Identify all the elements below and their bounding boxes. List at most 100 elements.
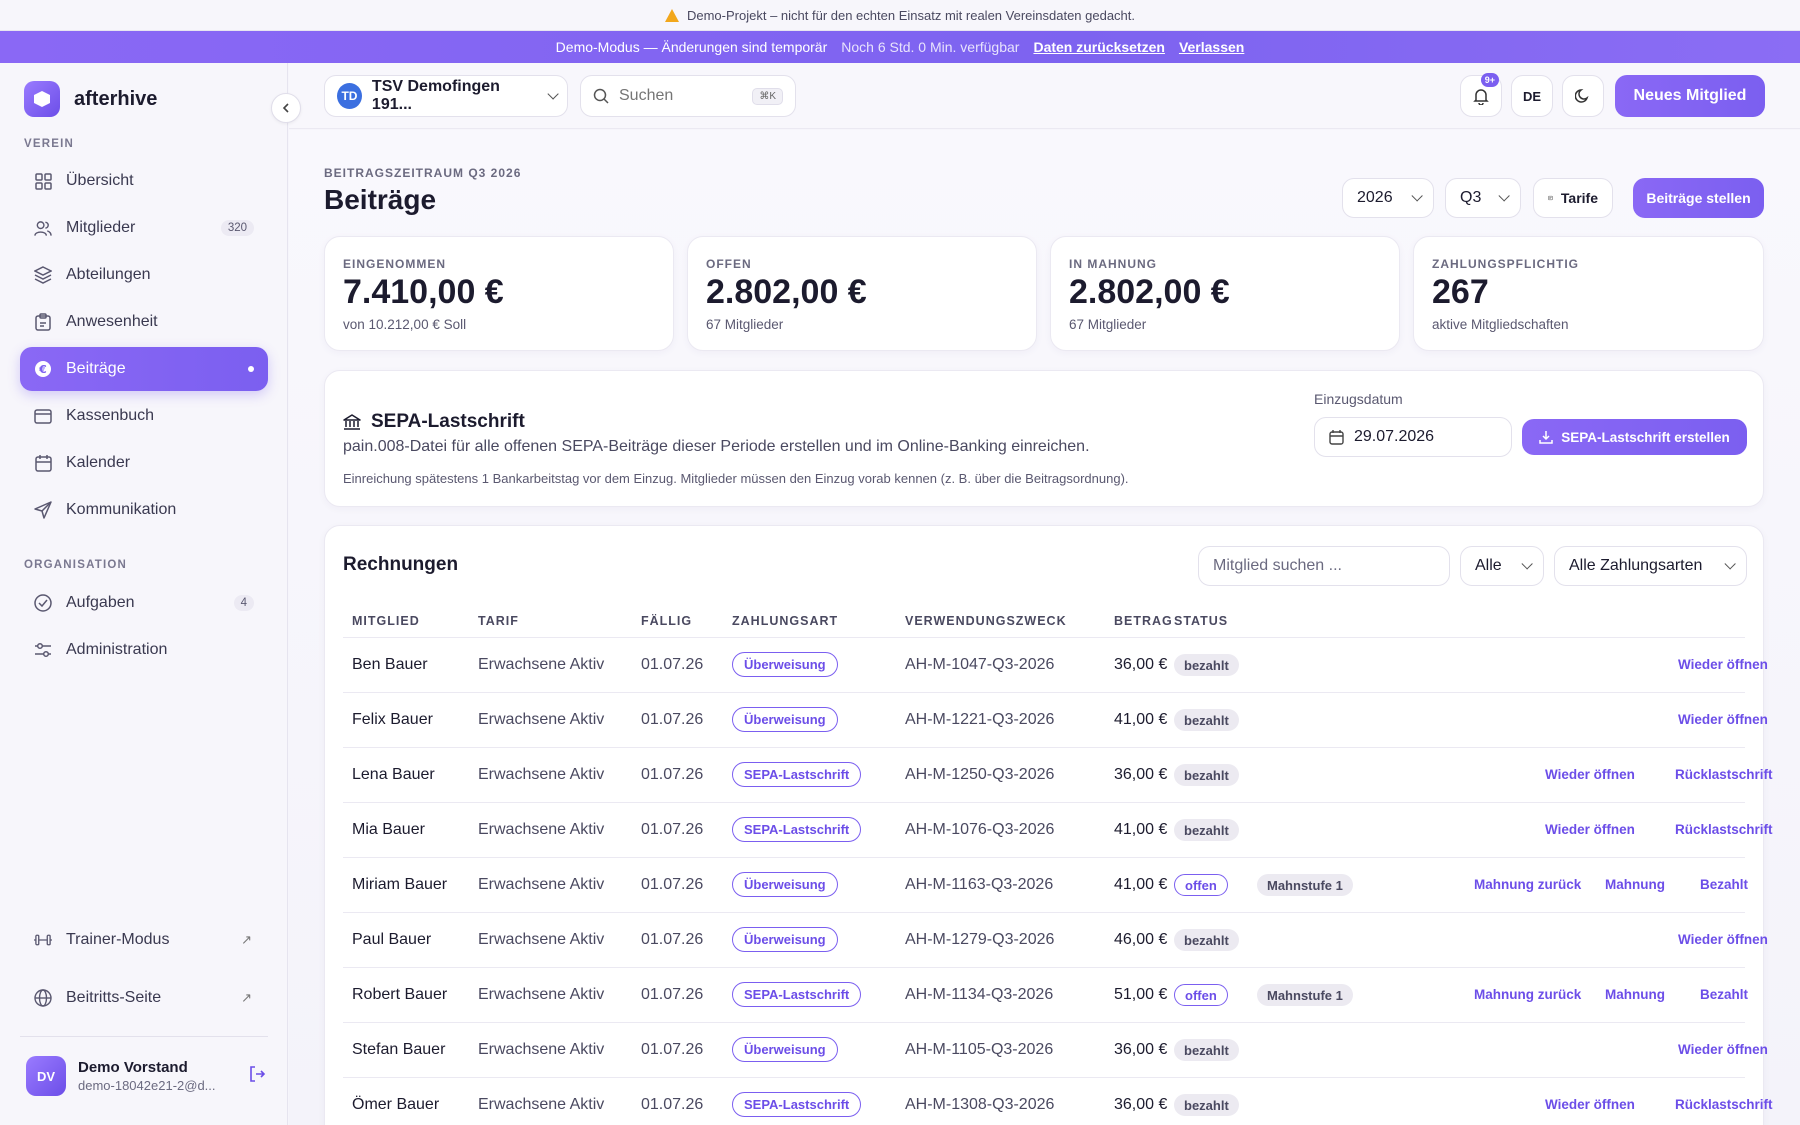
cell-member[interactable]: Robert Bauer bbox=[352, 986, 447, 1004]
row-action-link[interactable]: Mahnung bbox=[1605, 987, 1665, 1002]
row-action-link[interactable]: Mahnung zurück bbox=[1474, 987, 1581, 1002]
payment-type-badge: Überweisung bbox=[732, 872, 838, 897]
cell-due: 01.07.26 bbox=[641, 1096, 704, 1113]
row-action-link[interactable]: Rücklastschrift bbox=[1675, 767, 1773, 782]
sidebar-item-label: Administration bbox=[66, 641, 168, 658]
table-row: Paul Bauer Erwachsene Aktiv 01.07.26 Überwe… bbox=[343, 913, 1768, 968]
sidebar-item-trainer-modus[interactable]: Trainer-Modus ↗ bbox=[20, 918, 268, 962]
table-row: Ben Bauer Erwachsene Aktiv 01.07.26 Überwei… bbox=[343, 638, 1768, 693]
sidebar-item-label: Beitritts-Seite bbox=[66, 989, 162, 1006]
tarife-button[interactable]: Tarife bbox=[1533, 178, 1613, 218]
kpi-card-in-mahnung: IN MAHNUNG 2.802,00 € 67 Mitglieder bbox=[1050, 236, 1400, 351]
cell-tarif: Erwachsene Aktiv bbox=[478, 1041, 605, 1058]
demo-mode-text: Demo-Modus — Änderungen sind temporär bbox=[555, 39, 828, 55]
svg-text:€: € bbox=[38, 363, 47, 376]
sidebar-item-kalender[interactable]: Kalender bbox=[20, 441, 268, 485]
cell-member[interactable]: Mia Bauer bbox=[352, 821, 425, 839]
theme-toggle[interactable] bbox=[1562, 75, 1604, 117]
table-row: Robert Bauer Erwachsene Aktiv 01.07.26 SEPA… bbox=[343, 968, 1748, 1023]
kpi-sub: aktive Mitgliedschaften bbox=[1432, 317, 1569, 332]
year-select[interactable]: 2026 bbox=[1342, 178, 1434, 218]
kpi-label: IN MAHNUNG bbox=[1069, 257, 1157, 271]
status-badge: offen bbox=[1174, 874, 1228, 896]
sidebar-item-administration[interactable]: Administration bbox=[20, 628, 268, 672]
row-action-link[interactable]: Wieder öffnen bbox=[1678, 1042, 1768, 1057]
sidebar-item-beitraege[interactable]: € Beiträge bbox=[20, 347, 268, 391]
new-member-button[interactable]: Neues Mitglied bbox=[1615, 75, 1765, 117]
row-action-link[interactable]: Rücklastschrift bbox=[1675, 822, 1773, 837]
sidebar-item-label: Kommunikation bbox=[66, 501, 177, 518]
kpi-sub: von 10.212,00 € Soll bbox=[343, 317, 467, 332]
chevron-down-icon bbox=[1521, 558, 1533, 570]
create-fees-button[interactable]: Beiträge stellen bbox=[1633, 178, 1764, 218]
section-label-verein: VEREIN bbox=[24, 138, 75, 150]
table-row: Miriam Bauer Erwachsene Aktiv 01.07.26 Über… bbox=[343, 858, 1748, 913]
leave-demo-link[interactable]: Verlassen bbox=[1179, 39, 1244, 55]
chevron-down-icon bbox=[1411, 190, 1423, 202]
quarter-select[interactable]: Q3 bbox=[1445, 178, 1521, 218]
user-profile[interactable]: DV Demo Vorstand demo-18042e21-2@d... bbox=[26, 1056, 266, 1096]
sidebar-item-kassenbuch[interactable]: Kassenbuch bbox=[20, 394, 268, 438]
sidebar-item-uebersicht[interactable]: Übersicht bbox=[20, 159, 268, 203]
kpi-sub: 67 Mitglieder bbox=[1069, 317, 1147, 332]
cell-due: 01.07.26 bbox=[641, 1041, 704, 1058]
sidebar-item-beitritts-seite[interactable]: Beitritts-Seite ↗ bbox=[20, 976, 268, 1020]
search-input[interactable] bbox=[619, 87, 739, 105]
collection-date-value: 29.07.2026 bbox=[1354, 428, 1435, 445]
notifications-button[interactable]: 9+ bbox=[1460, 73, 1502, 117]
cell-member[interactable]: Miriam Bauer bbox=[352, 876, 447, 894]
status-filter[interactable]: Alle bbox=[1460, 546, 1544, 586]
sidebar-item-label: Beiträge bbox=[66, 360, 126, 377]
brand[interactable]: afterhive bbox=[24, 81, 157, 117]
language-button[interactable]: DE bbox=[1511, 75, 1553, 117]
global-search[interactable]: ⌘K bbox=[580, 75, 796, 117]
row-action-link[interactable]: Rücklastschrift bbox=[1675, 1097, 1773, 1112]
row-action-link[interactable]: Wieder öffnen bbox=[1678, 932, 1768, 947]
cell-member[interactable]: Ömer Bauer bbox=[352, 1096, 439, 1114]
member-search-input[interactable]: Mitglied suchen ... bbox=[1198, 546, 1450, 586]
period-label: BEITRAGSZEITRAUM Q3 2026 bbox=[324, 166, 522, 180]
cell-tarif: Erwachsene Aktiv bbox=[478, 1096, 605, 1113]
sidebar-item-kommunikation[interactable]: Kommunikation bbox=[20, 488, 268, 532]
sidebar-item-label: Kalender bbox=[66, 454, 131, 471]
collection-date-input[interactable]: 29.07.2026 bbox=[1314, 417, 1512, 457]
cell-member[interactable]: Stefan Bauer bbox=[352, 1041, 445, 1059]
reset-data-link[interactable]: Daten zurücksetzen bbox=[1033, 39, 1164, 55]
row-action-link[interactable]: Mahnung bbox=[1605, 877, 1665, 892]
cell-member[interactable]: Ben Bauer bbox=[352, 656, 428, 674]
row-action-link[interactable]: Mahnung zurück bbox=[1474, 877, 1581, 892]
search-icon bbox=[593, 88, 609, 104]
sidebar-item-mitglieder[interactable]: Mitglieder 320 bbox=[20, 206, 268, 250]
payment-type-badge: SEPA-Lastschrift bbox=[732, 1092, 862, 1117]
cell-tarif: Erwachsene Aktiv bbox=[478, 711, 605, 728]
row-action-link[interactable]: Wieder öffnen bbox=[1545, 767, 1635, 782]
payment-type-filter[interactable]: Alle Zahlungsarten bbox=[1554, 546, 1747, 586]
row-action-link[interactable]: Bezahlt bbox=[1700, 987, 1748, 1002]
cell-reference: AH-M-1076-Q3-2026 bbox=[905, 821, 1055, 838]
org-switcher[interactable]: TD TSV Demofingen 191... bbox=[324, 75, 568, 117]
row-action-link[interactable]: Wieder öffnen bbox=[1678, 712, 1768, 727]
sidebar-item-anwesenheit[interactable]: Anwesenheit bbox=[20, 300, 268, 344]
row-action-link[interactable]: Wieder öffnen bbox=[1545, 1097, 1635, 1112]
kpi-value: 2.802,00 € bbox=[1069, 273, 1230, 311]
row-action-link[interactable]: Wieder öffnen bbox=[1545, 822, 1635, 837]
logout-icon[interactable] bbox=[248, 1065, 266, 1088]
cell-member[interactable]: Paul Bauer bbox=[352, 931, 431, 949]
row-action-link[interactable]: Bezahlt bbox=[1700, 877, 1748, 892]
calendar-icon bbox=[1329, 429, 1344, 445]
chevron-left-icon bbox=[282, 103, 289, 113]
create-sepa-label: SEPA-Lastschrift erstellen bbox=[1561, 429, 1730, 445]
row-action-link[interactable]: Wieder öffnen bbox=[1678, 657, 1768, 672]
notification-count: 9+ bbox=[1480, 73, 1499, 87]
user-name: Demo Vorstand bbox=[78, 1059, 188, 1076]
sidebar-item-label: Abteilungen bbox=[66, 266, 151, 283]
cell-tarif: Erwachsene Aktiv bbox=[478, 986, 605, 1003]
cell-tarif: Erwachsene Aktiv bbox=[478, 931, 605, 948]
collapse-sidebar-button[interactable] bbox=[271, 93, 301, 123]
sidebar-item-aufgaben[interactable]: Aufgaben 4 bbox=[20, 581, 268, 625]
warning-icon bbox=[664, 8, 679, 22]
sidebar-item-abteilungen[interactable]: Abteilungen bbox=[20, 253, 268, 297]
cell-member[interactable]: Lena Bauer bbox=[352, 766, 435, 784]
cell-member[interactable]: Felix Bauer bbox=[352, 711, 433, 729]
create-sepa-button[interactable]: SEPA-Lastschrift erstellen bbox=[1522, 419, 1747, 455]
